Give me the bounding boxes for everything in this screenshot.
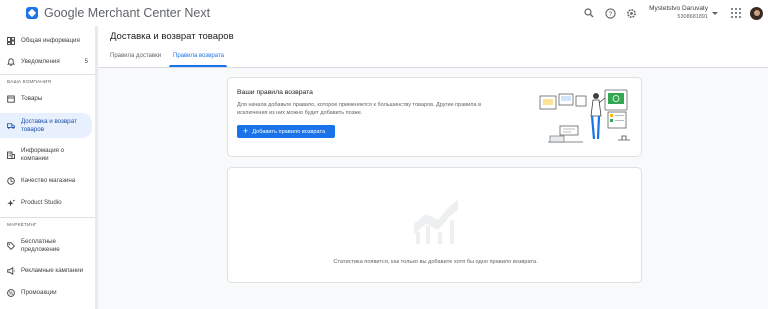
account-name: Mystetstvo Daruvaty (649, 5, 708, 12)
tab-shipping-rules[interactable]: Правила доставки (110, 53, 161, 59)
statistics-empty-message: Статистика появится, как только вы добав… (333, 259, 538, 265)
tab-return-rules[interactable]: Правила возврата (173, 53, 224, 59)
sidebar-item-label: Качество магазина (21, 177, 76, 184)
sidebar-item-label: Уведомления (21, 58, 60, 65)
account-dropdown-icon[interactable] (712, 11, 718, 15)
sidebar-item-shipping-returns[interactable]: Доставка и возврат товаров (0, 113, 92, 138)
bell-icon (7, 58, 15, 66)
page-header: Доставка и возврат товаров Правила доста… (98, 26, 768, 68)
sidebar-item-label: Промоакции (21, 289, 57, 296)
sidebar-item-label: Общая информация (21, 37, 80, 44)
notifications-count: 5 (84, 59, 88, 65)
products-icon (7, 95, 15, 103)
apps-icon[interactable] (731, 8, 741, 18)
top-app-bar: Google Merchant Center Next ? Mystetstvo… (0, 0, 768, 26)
sidebar-item-ad-campaigns[interactable]: Рекламные кампании (0, 264, 92, 278)
avatar[interactable] (750, 6, 763, 20)
section-label-marketing: МАРКЕТИНГ (7, 223, 37, 228)
sidebar-item-products[interactable]: Товары (0, 92, 92, 106)
sidebar-item-label: Информация о компании (21, 147, 65, 162)
main-content: Доставка и возврат товаров Правила доста… (98, 26, 768, 309)
sidebar-item-label: Доставка и возврат товаров (21, 117, 77, 133)
promo-icon: % (7, 289, 15, 297)
account-switcher[interactable]: Mystetstvo Daruvaty 5308681891 (649, 5, 708, 21)
add-return-rule-label: Добавить правило возврата (252, 128, 326, 135)
sidebar-divider (0, 217, 95, 218)
empty-chart-icon (414, 200, 458, 244)
sidebar-item-product-studio[interactable]: Product Studio (0, 196, 92, 210)
app-title: Google Merchant Center Next (44, 6, 211, 20)
sidebar: Общая информация Уведомления 5 ВАША КОМП… (0, 26, 96, 309)
sidebar-item-label: Product Studio (21, 199, 62, 206)
return-rules-title: Ваши правила возврата (237, 89, 313, 96)
sidebar-item-free-listings[interactable]: Бесплатные предложение (0, 236, 92, 256)
merchant-center-logo-icon (26, 7, 38, 19)
sidebar-item-store-quality[interactable]: Качество магазина (0, 174, 92, 188)
search-icon[interactable] (583, 7, 595, 19)
account-id: 5308681891 (677, 14, 708, 20)
sidebar-item-promotions[interactable]: % Промоакции (0, 286, 92, 300)
top-bar-actions: ? Mystetstvo Daruvaty 5308681891 (583, 0, 768, 26)
sidebar-item-label: Бесплатные предложение (21, 238, 60, 253)
dashboard-icon (7, 37, 15, 45)
merchant-center-logo[interactable]: Google Merchant Center Next (26, 6, 210, 20)
active-tab-indicator (169, 65, 227, 67)
return-rules-card: Ваши правила возврата Для начала добавьт… (227, 77, 642, 157)
return-rules-description: Для начала добавьте правило, которое при… (237, 102, 481, 116)
sidebar-divider (0, 74, 95, 75)
sidebar-item-notifications[interactable]: Уведомления 5 (0, 55, 92, 69)
campaign-icon (7, 267, 15, 275)
help-icon[interactable]: ? (604, 7, 616, 19)
page-title: Доставка и возврат товаров (110, 31, 234, 42)
return-rules-illustration (539, 89, 630, 143)
sparkle-icon (7, 199, 15, 207)
svg-text:?: ? (608, 11, 612, 18)
quality-icon (7, 177, 15, 185)
sidebar-item-label: Рекламные кампании (21, 267, 84, 274)
business-icon (7, 151, 15, 159)
svg-text:%: % (9, 291, 14, 297)
sidebar-item-label: Товары (21, 95, 43, 102)
add-return-rule-button[interactable]: + Добавить правило возврата (237, 125, 335, 138)
section-label-company: ВАША КОМПАНИЯ (7, 80, 51, 85)
sidebar-item-overview[interactable]: Общая информация (0, 34, 92, 48)
settings-icon[interactable] (625, 7, 637, 19)
truck-icon (7, 122, 15, 130)
plus-icon: + (243, 126, 249, 136)
sidebar-item-business-info[interactable]: Информация о компании (0, 145, 92, 165)
tag-icon (7, 242, 15, 250)
statistics-card: Статистика появится, как только вы добав… (227, 167, 642, 283)
